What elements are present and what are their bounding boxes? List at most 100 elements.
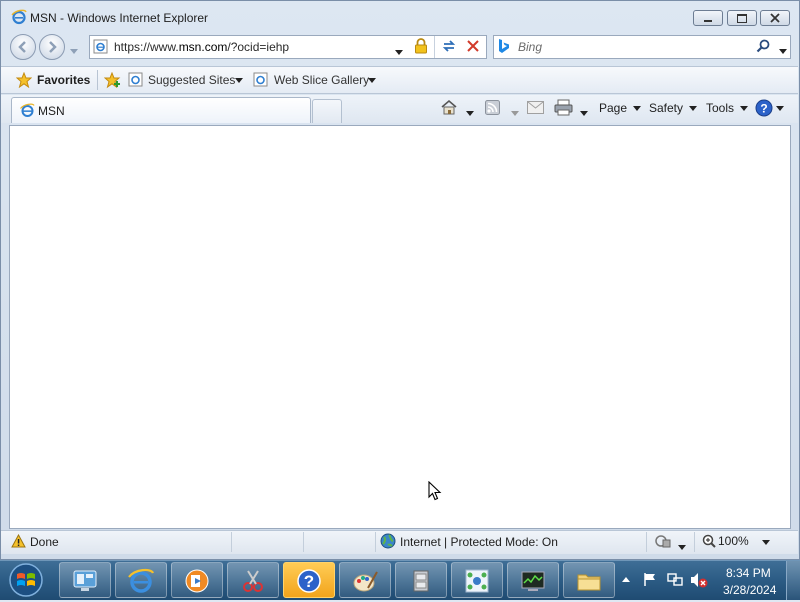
zoom-level: 100% bbox=[718, 534, 749, 548]
taskbar-item-performance-monitor[interactable] bbox=[507, 562, 559, 598]
taskbar-item-snipping-tool[interactable] bbox=[227, 562, 279, 598]
taskbar-item-media-player[interactable] bbox=[171, 562, 223, 598]
security-zone[interactable]: Internet | Protected Mode: On bbox=[400, 535, 558, 549]
action-center-flag-icon[interactable] bbox=[643, 572, 657, 587]
url-prefix: https://www. bbox=[114, 40, 179, 54]
favorites-button[interactable]: Favorites bbox=[13, 70, 90, 90]
print-icon[interactable] bbox=[554, 99, 573, 116]
page-menu[interactable]: Page bbox=[599, 101, 642, 115]
tab-msn[interactable]: MSN bbox=[11, 97, 311, 123]
divider bbox=[231, 532, 232, 552]
taskbar-item-folder[interactable] bbox=[563, 562, 615, 598]
taskbar-item-file-cabinet[interactable] bbox=[395, 562, 447, 598]
minimize-button[interactable] bbox=[693, 10, 723, 26]
server-manager-icon bbox=[73, 570, 97, 591]
internet-explorer-icon bbox=[128, 568, 154, 593]
taskbar-item-internet-explorer[interactable] bbox=[115, 562, 167, 598]
maximize-button[interactable] bbox=[727, 10, 757, 26]
help-menu[interactable]: ? bbox=[755, 99, 785, 117]
chevron-down-icon bbox=[776, 106, 784, 111]
chevron-down-icon bbox=[779, 49, 787, 54]
chevron-down-icon bbox=[466, 111, 474, 116]
volume-muted-icon[interactable] bbox=[690, 572, 708, 588]
home-icon[interactable] bbox=[440, 99, 458, 116]
address-dropdown-button[interactable] bbox=[395, 44, 403, 58]
web-slice-gallery-button[interactable]: Web Slice Gallery bbox=[253, 70, 378, 90]
protected-mode-icon[interactable] bbox=[655, 534, 671, 548]
refresh-icon[interactable] bbox=[441, 38, 457, 54]
search-icon[interactable] bbox=[756, 39, 770, 53]
svg-text:?: ? bbox=[304, 572, 314, 591]
read-mail-icon[interactable] bbox=[527, 101, 544, 114]
snipping-tool-icon bbox=[243, 570, 263, 592]
taskbar-item-server-manager[interactable] bbox=[59, 562, 111, 598]
media-player-icon bbox=[185, 569, 209, 593]
chevron-down-icon bbox=[235, 78, 243, 83]
taskbar-item-network[interactable] bbox=[451, 562, 503, 598]
maximize-icon bbox=[737, 13, 747, 23]
chevron-down-icon bbox=[678, 545, 686, 550]
search-options-dropdown[interactable] bbox=[779, 43, 787, 57]
divider bbox=[303, 532, 304, 552]
page-content[interactable] bbox=[9, 125, 791, 529]
safety-menu[interactable]: Safety bbox=[649, 101, 698, 115]
taskbar-item-help[interactable]: ? bbox=[283, 562, 335, 598]
chevron-down-icon bbox=[689, 106, 698, 112]
show-desktop-button[interactable] bbox=[786, 561, 800, 600]
chevron-down-icon bbox=[511, 111, 519, 116]
zoom-icon bbox=[702, 534, 716, 548]
clock-time[interactable]: 8:34 PM bbox=[726, 566, 771, 580]
svg-text:?: ? bbox=[760, 102, 767, 116]
tools-menu[interactable]: Tools bbox=[706, 101, 749, 115]
paint-icon bbox=[353, 571, 378, 592]
address-url[interactable]: https://www.msn.com/?ocid=iehp bbox=[114, 40, 289, 54]
print-dropdown[interactable] bbox=[580, 105, 588, 119]
tab-label: MSN bbox=[38, 104, 65, 118]
clock-date[interactable]: 3/28/2024 bbox=[723, 583, 776, 597]
lock-icon[interactable] bbox=[414, 38, 428, 54]
suggested-sites-label: Suggested Sites bbox=[148, 73, 236, 87]
help-icon: ? bbox=[755, 99, 773, 117]
chevron-down-icon bbox=[395, 50, 403, 55]
search-input[interactable]: Bing bbox=[518, 40, 542, 54]
recent-pages-dropdown[interactable] bbox=[70, 43, 78, 57]
minimize-icon bbox=[704, 19, 712, 22]
forward-button[interactable] bbox=[39, 34, 65, 60]
url-domain: msn.com bbox=[178, 40, 228, 54]
windows-logo-icon bbox=[9, 563, 43, 597]
suggested-sites-button[interactable]: Suggested Sites bbox=[128, 70, 246, 90]
zoom-control[interactable]: 100% bbox=[702, 533, 777, 551]
network-status-icon[interactable] bbox=[667, 572, 683, 587]
taskbar-item-paint[interactable] bbox=[339, 562, 391, 598]
feeds-icon[interactable] bbox=[485, 100, 500, 115]
status-text: Done bbox=[30, 535, 59, 549]
safety-menu-label: Safety bbox=[649, 101, 684, 115]
help-icon: ? bbox=[297, 569, 321, 593]
tools-menu-label: Tools bbox=[706, 101, 735, 115]
page-icon bbox=[253, 72, 268, 87]
page-menu-label: Page bbox=[599, 101, 628, 115]
feeds-dropdown[interactable] bbox=[511, 105, 519, 119]
page-icon bbox=[128, 72, 143, 87]
url-suffix: /?ocid=iehp bbox=[227, 40, 290, 54]
chevron-down-icon bbox=[762, 540, 770, 545]
back-button[interactable] bbox=[10, 34, 36, 60]
chevron-down-icon bbox=[580, 111, 588, 116]
chevron-down-icon bbox=[70, 49, 78, 54]
mouse-cursor-icon bbox=[428, 481, 442, 501]
web-slice-gallery-label: Web Slice Gallery bbox=[274, 73, 370, 87]
show-hidden-icons-button[interactable] bbox=[622, 577, 630, 582]
globe-icon bbox=[380, 533, 396, 549]
close-icon bbox=[770, 13, 780, 23]
divider bbox=[375, 532, 376, 552]
bing-logo-icon bbox=[499, 39, 509, 53]
stop-icon[interactable] bbox=[466, 39, 480, 53]
add-to-favorites-icon[interactable] bbox=[104, 72, 122, 89]
new-tab-button[interactable] bbox=[312, 99, 342, 123]
ie-logo-icon bbox=[20, 103, 35, 117]
close-button[interactable] bbox=[760, 10, 790, 26]
start-button[interactable] bbox=[6, 561, 46, 599]
window-title: MSN - Windows Internet Explorer bbox=[30, 11, 209, 25]
home-dropdown[interactable] bbox=[466, 105, 474, 119]
protected-mode-dropdown[interactable] bbox=[678, 539, 686, 553]
